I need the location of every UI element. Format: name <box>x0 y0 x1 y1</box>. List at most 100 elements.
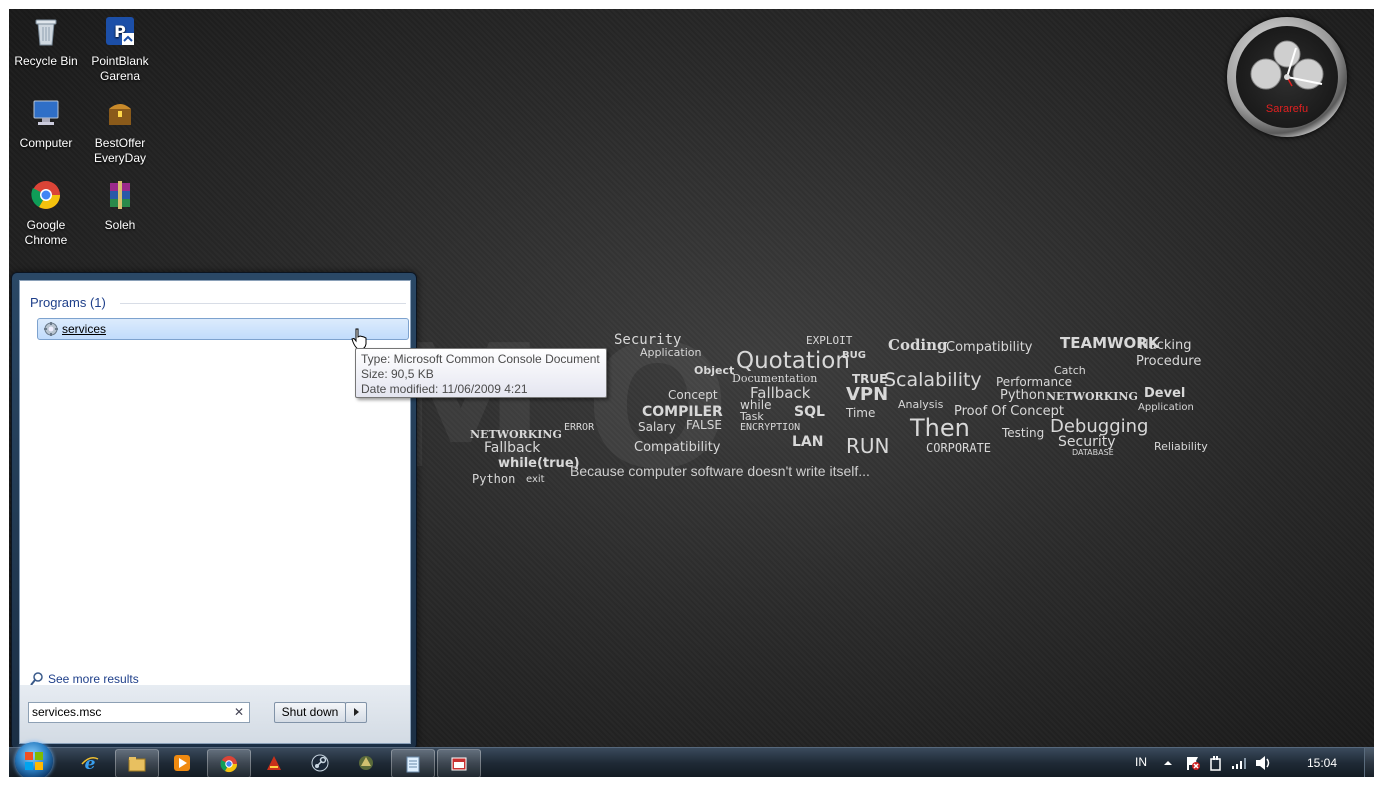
wallpaper-word: Compatibility <box>946 340 1033 355</box>
desktop-icon-soleh[interactable]: Soleh <box>83 179 157 233</box>
wallpaper-word: Devel <box>1144 386 1186 401</box>
tooltip-date: Date modified: 11/06/2009 4:21 <box>361 382 528 396</box>
see-more-results-link[interactable]: See more results <box>30 672 139 686</box>
steam-icon <box>311 754 329 772</box>
wallpaper-word: ERROR <box>564 422 595 433</box>
wallpaper-word: BUG <box>842 350 866 361</box>
shut-down-options-button[interactable] <box>345 702 367 723</box>
taskbar-steam[interactable] <box>299 749 341 776</box>
network-signal-icon[interactable] <box>1231 756 1247 770</box>
desktop-icon-google-chrome[interactable]: Google Chrome <box>9 179 83 248</box>
recycle-bin-icon <box>35 19 57 46</box>
action-center-flag-icon[interactable] <box>1185 755 1201 771</box>
wallpaper-word: while(true) <box>498 456 580 471</box>
chrome-icon <box>31 181 60 209</box>
shut-down-button[interactable]: Shut down <box>274 702 346 723</box>
taskbar-app-game[interactable] <box>345 749 387 776</box>
wallpaper-word: ENCRYPTION <box>740 422 801 433</box>
taskbar-notepad[interactable] <box>391 749 435 777</box>
clock-brand: Sararefu <box>1265 103 1309 115</box>
battery-plug-icon[interactable] <box>1209 755 1223 771</box>
clock-gadget[interactable]: Sararefu <box>1227 17 1347 137</box>
wallpaper-word: Application <box>640 346 702 359</box>
see-more-label: See more results <box>48 672 139 686</box>
wallpaper-word: Analysis <box>898 398 944 411</box>
desktop: DEMOON Security Application Quotation BU… <box>9 9 1374 777</box>
taskbar: e IN 15:04 <box>9 742 1374 777</box>
start-search-box[interactable]: ✕ <box>28 702 250 723</box>
file-info-tooltip: Type: Microsoft Common Console Document … <box>355 348 607 398</box>
wallpaper-word: Hacking <box>1139 338 1192 353</box>
wallpaper-word: Procedure <box>1136 354 1202 369</box>
programs-header: Programs (1) <box>30 295 106 310</box>
wallpaper-word: Catch <box>1054 364 1086 377</box>
wallpaper-word: SQL <box>794 404 825 420</box>
desktop-icon-label: PointBlank Garena <box>91 54 149 83</box>
wallpaper-word: RUN <box>846 434 890 458</box>
services-gear-icon <box>44 322 58 336</box>
media-player-icon <box>174 755 190 771</box>
hand-cursor-icon <box>351 328 367 350</box>
wallpaper-word: Proof Of Concept <box>954 404 1064 419</box>
wallpaper-word: Performance <box>996 375 1073 389</box>
desktop-icon-bestoffer[interactable]: BestOffer EveryDay <box>83 97 157 166</box>
wallpaper-word: Salary <box>638 420 676 434</box>
desktop-icon-label: Soleh <box>104 218 136 232</box>
taskbar-chrome[interactable] <box>207 749 251 777</box>
start-button[interactable] <box>15 742 53 777</box>
wallpaper-word: Time <box>846 406 876 420</box>
wallpaper-tagline: Because computer software doesn't write … <box>570 463 870 479</box>
wallpaper-word: Application <box>1138 402 1194 413</box>
language-indicator[interactable]: IN <box>1135 755 1147 777</box>
wallpaper-word: EXPLOIT <box>806 334 853 347</box>
wallpaper-word: Object <box>694 364 735 377</box>
wallpaper-word: Fallback <box>484 440 541 456</box>
start-search-input[interactable] <box>32 704 222 720</box>
taskbar-internet-explorer[interactable]: e <box>69 749 111 776</box>
taskbar-media-player[interactable] <box>161 749 203 776</box>
taskbar-app-red[interactable] <box>253 749 295 776</box>
wallpaper-word: LAN <box>792 434 824 450</box>
internet-explorer-icon: e <box>81 754 99 772</box>
winrar-icon <box>110 181 130 209</box>
wallpaper-word: Concept <box>668 388 718 402</box>
wallpaper-word: Python <box>1000 388 1046 403</box>
tooltip-type: Type: Microsoft Common Console Document <box>361 352 600 366</box>
wallpaper-word: VPN <box>846 384 889 405</box>
desktop-icon-recycle-bin[interactable]: Recycle Bin <box>9 15 83 69</box>
pointblank-icon: P <box>106 17 134 45</box>
wallpaper-word: Compatibility <box>634 440 721 455</box>
tooltip-size: Size: 90,5 KB <box>361 367 434 381</box>
start-menu-footer: ✕ Shut down <box>19 685 411 744</box>
game-app-icon <box>359 756 373 770</box>
clear-search-icon[interactable]: ✕ <box>234 705 244 719</box>
app-red-icon <box>267 756 281 770</box>
programs-divider <box>120 303 406 304</box>
wallpaper-word: Then <box>910 414 970 442</box>
taskbar-clock[interactable]: 15:04 <box>1307 756 1337 770</box>
treasure-chest-icon <box>109 104 131 125</box>
wallpaper-word: Task <box>740 410 764 423</box>
taskbar-app-red-window[interactable] <box>437 749 481 777</box>
computer-icon <box>33 100 59 125</box>
desktop-icon-label: Computer <box>19 136 73 150</box>
wallpaper-word: Testing <box>1002 426 1045 440</box>
wallpaper-word: Scalability <box>884 369 982 391</box>
result-label: services <box>62 322 107 336</box>
wallpaper-word: CORPORATE <box>926 441 992 455</box>
svg-text:e: e <box>85 754 96 772</box>
wallpaper-word: FALSE <box>686 418 722 432</box>
desktop-icon-computer[interactable]: Computer <box>9 97 83 151</box>
show-desktop-button[interactable] <box>1364 748 1374 777</box>
search-icon <box>30 672 43 686</box>
volume-icon[interactable] <box>1255 755 1273 771</box>
desktop-icon-label: Recycle Bin <box>14 54 78 68</box>
tray-expand-icon[interactable] <box>1163 758 1173 768</box>
desktop-icon-pointblank[interactable]: P PointBlank Garena <box>83 15 157 84</box>
folder-icon <box>128 757 146 772</box>
wallpaper-word: Quotation <box>736 348 850 374</box>
chrome-icon <box>220 756 238 773</box>
wallpaper-word: exit <box>526 474 545 485</box>
taskbar-file-explorer[interactable] <box>115 749 159 777</box>
desktop-icon-label: BestOffer EveryDay <box>93 136 146 165</box>
